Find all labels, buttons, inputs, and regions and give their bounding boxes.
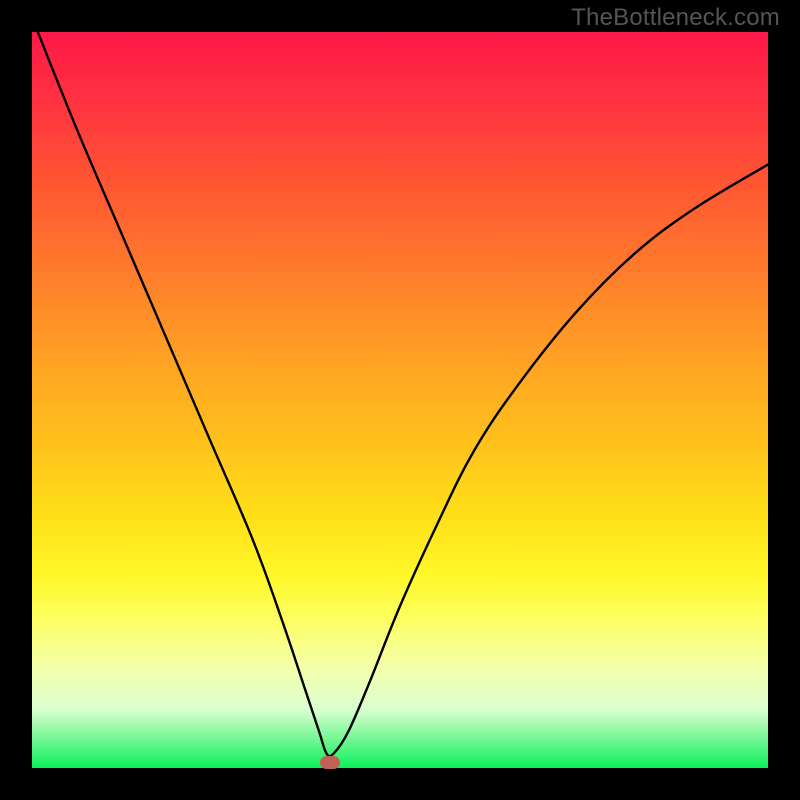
curve-path (32, 17, 768, 756)
chart-frame: TheBottleneck.com (0, 0, 800, 800)
plot-area (32, 32, 768, 768)
watermark-text: TheBottleneck.com (571, 4, 780, 32)
optimum-marker (320, 756, 340, 769)
bottleneck-curve (32, 32, 768, 768)
